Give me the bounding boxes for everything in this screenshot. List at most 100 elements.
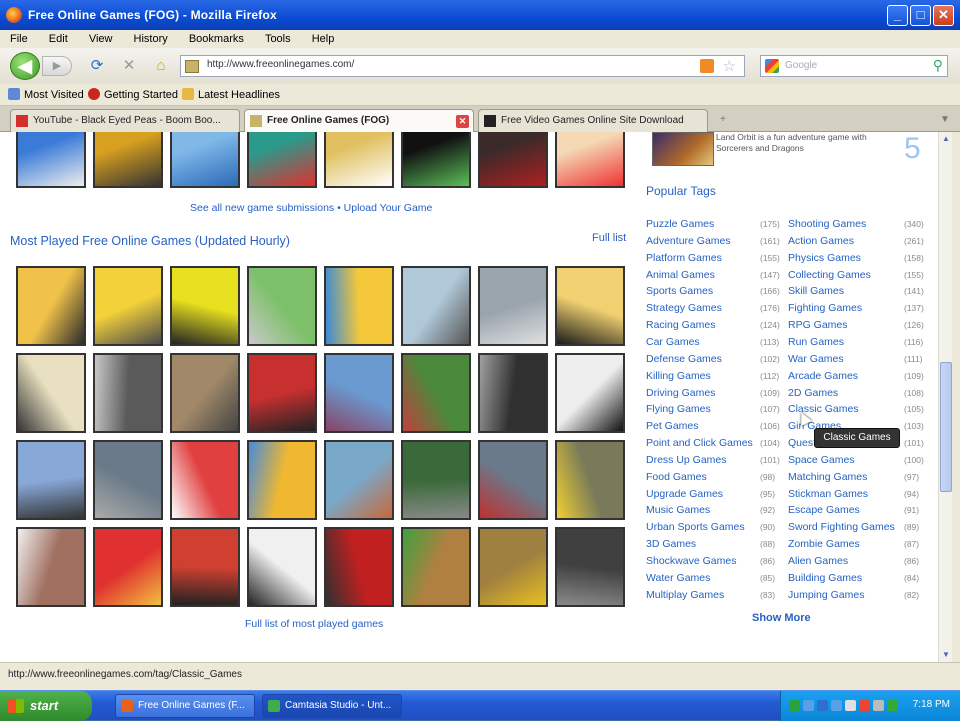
scroll-down-icon[interactable]: ▼ (939, 648, 953, 662)
new-game-thumbnail[interactable] (93, 132, 163, 188)
tag-link[interactable]: Action Games (788, 235, 854, 247)
tag-link[interactable]: Fighting Games (788, 302, 862, 314)
bookmark-latest-headlines[interactable]: Latest Headlines (182, 88, 280, 101)
tag-link[interactable]: Pet Games (646, 420, 699, 432)
tag-link[interactable]: Food Games (646, 471, 707, 483)
most-played-list-link[interactable]: Full list of most played games (245, 618, 383, 630)
tray-icon[interactable] (817, 700, 828, 711)
tag-link[interactable]: Arcade Games (788, 370, 858, 382)
game-thumbnail[interactable] (324, 527, 394, 607)
game-thumbnail[interactable] (170, 353, 240, 433)
tag-link[interactable]: Defense Games (646, 353, 722, 365)
task-firefox[interactable]: Free Online Games (F... (115, 694, 255, 718)
tag-link[interactable]: Stickman Games (788, 488, 868, 500)
tag-link[interactable]: 2D Games (788, 387, 838, 399)
tag-link[interactable]: Strategy Games (646, 302, 722, 314)
game-thumbnail[interactable] (401, 440, 471, 520)
bookmark-star-icon[interactable]: ☆ (723, 57, 736, 75)
game-thumbnail[interactable] (16, 440, 86, 520)
game-thumbnail[interactable] (401, 527, 471, 607)
tray-icon[interactable] (803, 700, 814, 711)
tag-link[interactable]: Physics Games (788, 252, 861, 264)
start-button[interactable]: start (0, 691, 92, 721)
tag-link[interactable]: Platform Games (646, 252, 722, 264)
game-thumbnail[interactable] (401, 353, 471, 433)
tag-link[interactable]: Animal Games (646, 269, 715, 281)
scrollbar-thumb[interactable] (940, 362, 952, 492)
tag-link[interactable]: Shockwave Games (646, 555, 736, 567)
back-button[interactable]: ◀ (10, 52, 40, 80)
tag-link[interactable]: RPG Games (788, 319, 848, 331)
game-thumbnail[interactable] (555, 440, 625, 520)
menu-view[interactable]: View (89, 30, 113, 48)
tag-link[interactable]: Escape Games (788, 504, 860, 516)
address-bar[interactable]: http://www.freeonlinegames.com/ ☆ (180, 55, 745, 77)
new-game-thumbnail[interactable] (170, 132, 240, 188)
menu-history[interactable]: History (134, 30, 168, 48)
new-game-thumbnail[interactable] (478, 132, 548, 188)
scroll-up-icon[interactable]: ▲ (939, 132, 953, 146)
game-thumbnail[interactable] (478, 527, 548, 607)
tag-link[interactable]: Building Games (788, 572, 862, 584)
new-game-thumbnail[interactable] (401, 132, 471, 188)
tag-link[interactable]: Adventure Games (646, 235, 731, 247)
game-thumbnail[interactable] (555, 527, 625, 607)
tag-link[interactable]: Urban Sports Games (646, 521, 745, 533)
google-icon[interactable] (765, 59, 779, 73)
stop-icon[interactable]: ✕ (120, 57, 138, 75)
full-list-link[interactable]: Full list (592, 232, 626, 244)
close-tab-icon[interactable]: ✕ (456, 115, 469, 128)
game-thumbnail[interactable] (324, 440, 394, 520)
tag-link[interactable]: Space Games (788, 454, 855, 466)
game-thumbnail[interactable] (16, 266, 86, 346)
tag-link[interactable]: Music Games (646, 504, 710, 516)
new-game-thumbnail[interactable] (324, 132, 394, 188)
tag-link[interactable]: Jumping Games (788, 589, 864, 601)
game-thumbnail[interactable] (170, 440, 240, 520)
tag-link[interactable]: Alien Games (788, 555, 848, 567)
game-thumbnail[interactable] (16, 353, 86, 433)
game-thumbnail[interactable] (93, 353, 163, 433)
menu-edit[interactable]: Edit (49, 30, 68, 48)
tab-list-icon[interactable]: ▼ (940, 114, 950, 125)
tray-icon[interactable] (789, 700, 800, 711)
tab-free-online-games[interactable]: Free Online Games (FOG) ✕ (244, 109, 474, 133)
tag-link[interactable]: Racing Games (646, 319, 715, 331)
tray-icon[interactable] (887, 700, 898, 711)
task-camtasia[interactable]: Camtasia Studio - Unt... (262, 694, 402, 718)
game-thumbnail[interactable] (555, 353, 625, 433)
game-thumbnail[interactable] (478, 266, 548, 346)
new-game-thumbnail[interactable] (16, 132, 86, 188)
vertical-scrollbar[interactable]: ▲ ▼ (938, 132, 952, 662)
tag-link[interactable]: Upgrade Games (646, 488, 723, 500)
tray-icon[interactable] (845, 700, 856, 711)
game-thumbnail[interactable] (478, 353, 548, 433)
home-icon[interactable]: ⌂ (152, 57, 170, 75)
bookmark-getting-started[interactable]: Getting Started (88, 88, 178, 101)
tag-link[interactable]: Sword Fighting Games (788, 521, 895, 533)
game-thumbnail[interactable] (16, 527, 86, 607)
tag-link[interactable]: Matching Games (788, 471, 867, 483)
menu-file[interactable]: File (10, 30, 28, 48)
tag-link[interactable]: Point and Click Games (646, 437, 753, 449)
tag-link[interactable]: Zombie Games (788, 538, 860, 550)
tag-link[interactable]: Water Games (646, 572, 710, 584)
game-thumbnail[interactable] (324, 266, 394, 346)
game-thumbnail[interactable] (170, 266, 240, 346)
menu-tools[interactable]: Tools (265, 30, 291, 48)
tray-icon[interactable] (873, 700, 884, 711)
tab-youtube[interactable]: YouTube - Black Eyed Peas - Boom Boo... (10, 109, 240, 132)
minimize-button[interactable]: _ (887, 5, 908, 26)
game-thumbnail[interactable] (247, 440, 317, 520)
menu-help[interactable]: Help (312, 30, 335, 48)
tag-link[interactable]: Killing Games (646, 370, 711, 382)
game-thumbnail[interactable] (93, 266, 163, 346)
game-thumbnail[interactable] (93, 440, 163, 520)
tag-link[interactable]: Flying Games (646, 403, 711, 415)
search-icon[interactable]: ⚲ (933, 57, 943, 74)
see-all-link[interactable]: See all new game submissions • Upload Yo… (190, 202, 432, 214)
tab-free-video-games[interactable]: Free Video Games Online Site Download (478, 109, 708, 132)
tag-link[interactable]: Sports Games (646, 285, 713, 297)
tag-link[interactable]: Multiplay Games (646, 589, 724, 601)
game-thumbnail[interactable] (247, 266, 317, 346)
